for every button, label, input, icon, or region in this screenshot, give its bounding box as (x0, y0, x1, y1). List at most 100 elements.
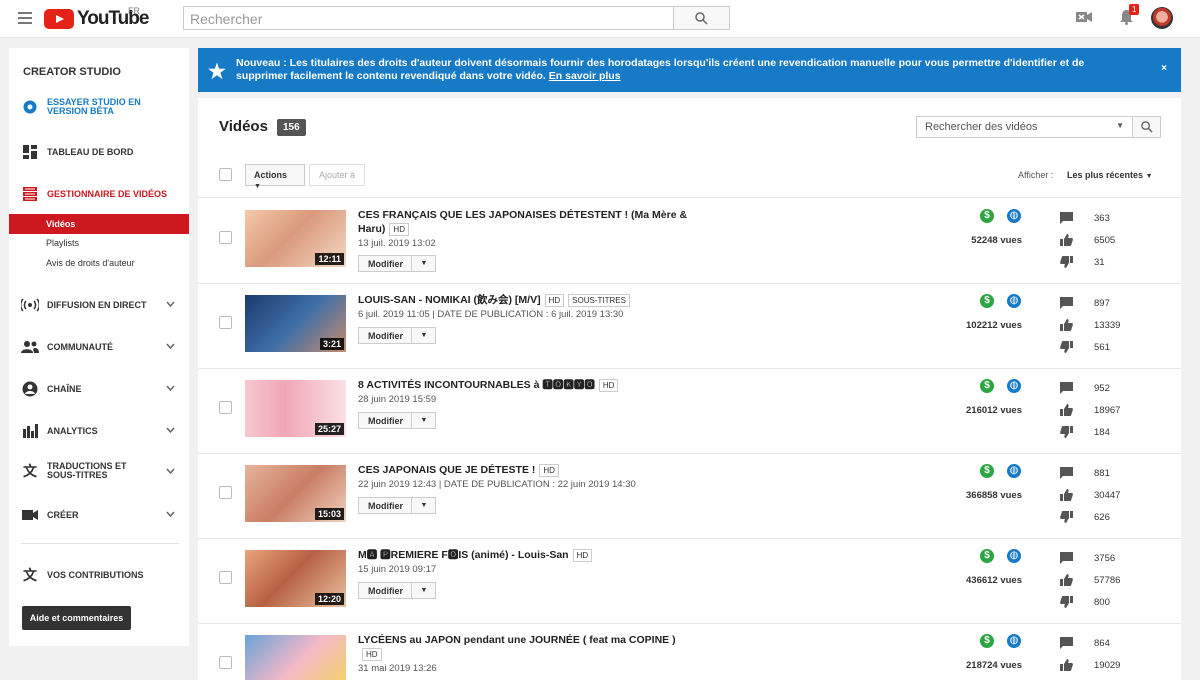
caret-down-icon[interactable]: ▼ (411, 413, 436, 428)
caret-down-icon[interactable]: ▼ (411, 328, 436, 343)
globe-icon[interactable]: ◍ (1007, 634, 1021, 648)
modify-button[interactable]: Modifier ▼ (358, 327, 436, 344)
account-circle-icon (21, 381, 39, 397)
sidebar-item-live[interactable]: DIFFUSION EN DIRECT (9, 297, 189, 313)
thumbs-down-icon[interactable] (1060, 510, 1073, 528)
caret-down-icon[interactable]: ▼ (1116, 121, 1124, 130)
caret-down-icon[interactable]: ▼ (411, 498, 436, 513)
translate-icon: 文 (23, 463, 37, 479)
globe-icon[interactable]: ◍ (1007, 209, 1021, 223)
row-checkbox[interactable] (219, 486, 232, 499)
thumbs-up-icon[interactable] (1060, 573, 1073, 591)
actions-dropdown[interactable]: Actions ▼ (245, 164, 305, 190)
thumbs-up-icon[interactable] (1060, 233, 1073, 251)
sidebar-item-channel[interactable]: CHAÎNE (9, 381, 189, 397)
video-thumbnail[interactable]: 12:11 (245, 210, 346, 267)
video-thumbnail[interactable]: 12:20 (245, 550, 346, 607)
caret-down-icon[interactable]: ▼ (411, 583, 436, 598)
table-row: 15:03 CES JAPONAIS QUE JE DÉTESTE ! HD 22… (198, 453, 1181, 538)
globe-icon[interactable]: ◍ (1007, 464, 1021, 478)
video-thumbnail[interactable]: 15:03 (245, 465, 346, 522)
video-thumbnail[interactable]: 3:21 (245, 295, 346, 352)
thumbs-up-icon[interactable] (1060, 318, 1073, 336)
chevron-down-icon (166, 341, 175, 351)
video-tag: SOUS-TITRES (568, 294, 630, 307)
chevron-down-icon (166, 299, 175, 309)
thumbs-up-icon[interactable] (1060, 658, 1073, 676)
row-checkbox[interactable] (219, 401, 232, 414)
thumbs-down-icon[interactable] (1060, 255, 1073, 273)
video-title[interactable]: LOUIS-SAN - NOMIKAI (飲み会) [M/V] (358, 294, 541, 306)
comment-icon[interactable] (1060, 466, 1073, 484)
sidebar-item-community[interactable]: COMMUNAUTÉ (9, 339, 189, 355)
avatar[interactable] (1151, 7, 1173, 29)
sidebar-item-translations[interactable]: 文 TRADUCTIONS ET SOUS-TITRES (9, 462, 189, 480)
dislikes-stat: 31 (1060, 255, 1160, 271)
modify-button[interactable]: Modifier ▼ (358, 255, 436, 272)
modify-button[interactable]: Modifier ▼ (358, 412, 436, 429)
row-checkbox[interactable] (219, 656, 232, 669)
video-title[interactable]: M🅰 🅿REMIERE F🅾IS (animé) - Louis-San (358, 549, 569, 561)
thumbs-down-icon[interactable] (1060, 340, 1073, 358)
globe-icon[interactable]: ◍ (1007, 379, 1021, 393)
monetization-icon[interactable]: $ (980, 549, 994, 563)
comment-icon[interactable] (1060, 296, 1073, 314)
sidebar: CREATOR STUDIO ESSAYER STUDIO EN VERSION… (9, 48, 189, 646)
actions-label: Actions (254, 170, 288, 180)
monetization-icon[interactable]: $ (980, 379, 994, 393)
thumbs-down-icon[interactable] (1060, 595, 1073, 613)
sidebar-item-studio-beta[interactable]: ESSAYER STUDIO EN VERSION BÊTA (9, 98, 189, 116)
select-all-checkbox[interactable] (219, 168, 232, 181)
sort-dropdown[interactable]: Les plus récentes ▼ (1067, 170, 1153, 180)
monetization-icon[interactable]: $ (980, 209, 994, 223)
add-to-button[interactable]: Ajouter à (309, 164, 365, 186)
youtube-logo[interactable]: YouTube FR (44, 6, 149, 30)
video-thumbnail[interactable]: 25:27 (245, 380, 346, 437)
help-feedback-button[interactable]: Aide et commentaires (22, 606, 131, 630)
monetization-icon[interactable]: $ (980, 464, 994, 478)
sidebar-sub-videos[interactable]: Vidéos (9, 214, 189, 234)
sidebar-item-contributions[interactable]: 文 VOS CONTRIBUTIONS (9, 567, 189, 583)
thumbs-down-icon[interactable] (1060, 425, 1073, 443)
modify-button[interactable]: Modifier ▼ (358, 582, 436, 599)
video-search-input[interactable]: Rechercher des vidéos ▼ (916, 116, 1161, 138)
search-button[interactable] (673, 6, 730, 30)
close-icon[interactable]: × (1161, 63, 1167, 74)
thumbs-up-icon[interactable] (1060, 403, 1073, 421)
search-input[interactable]: Rechercher (183, 6, 674, 30)
sidebar-item-label: GESTIONNAIRE DE VIDÉOS (47, 188, 168, 199)
sidebar-sub-copyright[interactable]: Avis de droits d'auteur (9, 253, 189, 273)
monetization-icon[interactable]: $ (980, 294, 994, 308)
row-checkbox[interactable] (219, 571, 232, 584)
comment-icon[interactable] (1060, 551, 1073, 569)
likes-stat: 57786 (1060, 573, 1160, 589)
sidebar-item-analytics[interactable]: ANALYTICS (9, 423, 189, 439)
menu-icon[interactable] (18, 12, 32, 24)
thumbs-up-icon[interactable] (1060, 488, 1073, 506)
row-checkbox[interactable] (219, 231, 232, 244)
video-thumbnail[interactable] (245, 635, 346, 680)
sidebar-item-dashboard[interactable]: TABLEAU DE BORD (9, 144, 189, 160)
globe-icon[interactable]: ◍ (1007, 549, 1021, 563)
sidebar-sub-playlists[interactable]: Playlists (9, 233, 189, 253)
modify-label: Modifier (368, 259, 403, 269)
modify-label: Modifier (368, 501, 403, 511)
caret-down-icon[interactable]: ▼ (411, 256, 436, 271)
sidebar-item-create[interactable]: CRÉER (9, 507, 189, 523)
row-checkbox[interactable] (219, 316, 232, 329)
comment-icon[interactable] (1060, 211, 1073, 229)
globe-icon[interactable]: ◍ (1007, 294, 1021, 308)
video-title-block: CES FRANÇAIS QUE LES JAPONAISES DÉTESTEN… (358, 208, 688, 236)
comment-icon[interactable] (1060, 381, 1073, 399)
sidebar-item-video-manager[interactable]: GESTIONNAIRE DE VIDÉOS (9, 186, 189, 202)
modify-button[interactable]: Modifier ▼ (358, 497, 436, 514)
video-search-button[interactable] (1132, 117, 1160, 137)
video-date: 22 juin 2019 12:43 | DATE DE PUBLICATION… (358, 479, 636, 490)
upload-video-icon[interactable] (1076, 10, 1092, 29)
learn-more-link[interactable]: En savoir plus (549, 70, 621, 82)
video-title[interactable]: CES JAPONAIS QUE JE DÉTESTE ! (358, 464, 535, 476)
video-title[interactable]: LYCÉENS au JAPON pendant une JOURNÉE ( f… (358, 634, 676, 646)
comment-icon[interactable] (1060, 636, 1073, 654)
video-title[interactable]: 8 ACTIVITÉS INCONTOURNABLES à 🆃🅾🅺🆈🅾 (358, 379, 595, 391)
monetization-icon[interactable]: $ (980, 634, 994, 648)
